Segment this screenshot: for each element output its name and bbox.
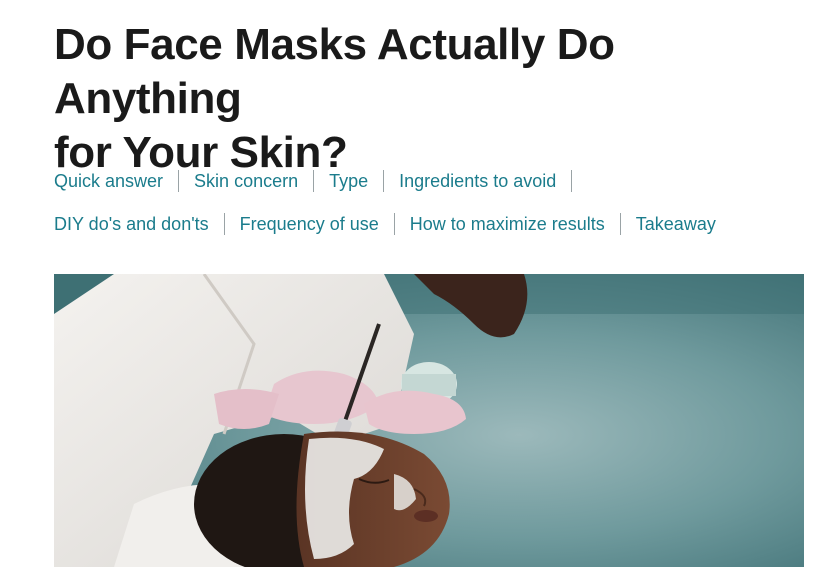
toc-separator [619, 213, 621, 235]
toc-separator [571, 170, 573, 192]
toc-separator [313, 170, 315, 192]
toc-separator [223, 213, 225, 235]
toc-separator [178, 170, 180, 192]
title-line-1: Do Face Masks Actually Do Anything [54, 20, 615, 123]
toc-link-ingredients-to-avoid[interactable]: Ingredients to avoid [399, 171, 556, 192]
toc-row-1: Quick answer Skin concern Type Ingredien… [54, 164, 814, 198]
toc-row-2: DIY do's and don'ts Frequency of use How… [54, 207, 814, 241]
toc-link-frequency-of-use[interactable]: Frequency of use [240, 214, 379, 235]
article-page: Do Face Masks Actually Do Anything for Y… [0, 0, 828, 567]
page-title: Do Face Masks Actually Do Anything for Y… [54, 18, 794, 180]
toc-separator [383, 170, 385, 192]
table-of-contents: Quick answer Skin concern Type Ingredien… [54, 164, 814, 250]
toc-link-maximize-results[interactable]: How to maximize results [410, 214, 605, 235]
toc-link-diy[interactable]: DIY do's and don'ts [54, 214, 209, 235]
toc-link-takeaway[interactable]: Takeaway [636, 214, 716, 235]
hero-image [54, 274, 804, 567]
toc-separator [393, 213, 395, 235]
toc-link-skin-concern[interactable]: Skin concern [194, 171, 298, 192]
toc-link-quick-answer[interactable]: Quick answer [54, 171, 163, 192]
toc-link-type[interactable]: Type [329, 171, 368, 192]
hero-illustration [54, 274, 804, 567]
